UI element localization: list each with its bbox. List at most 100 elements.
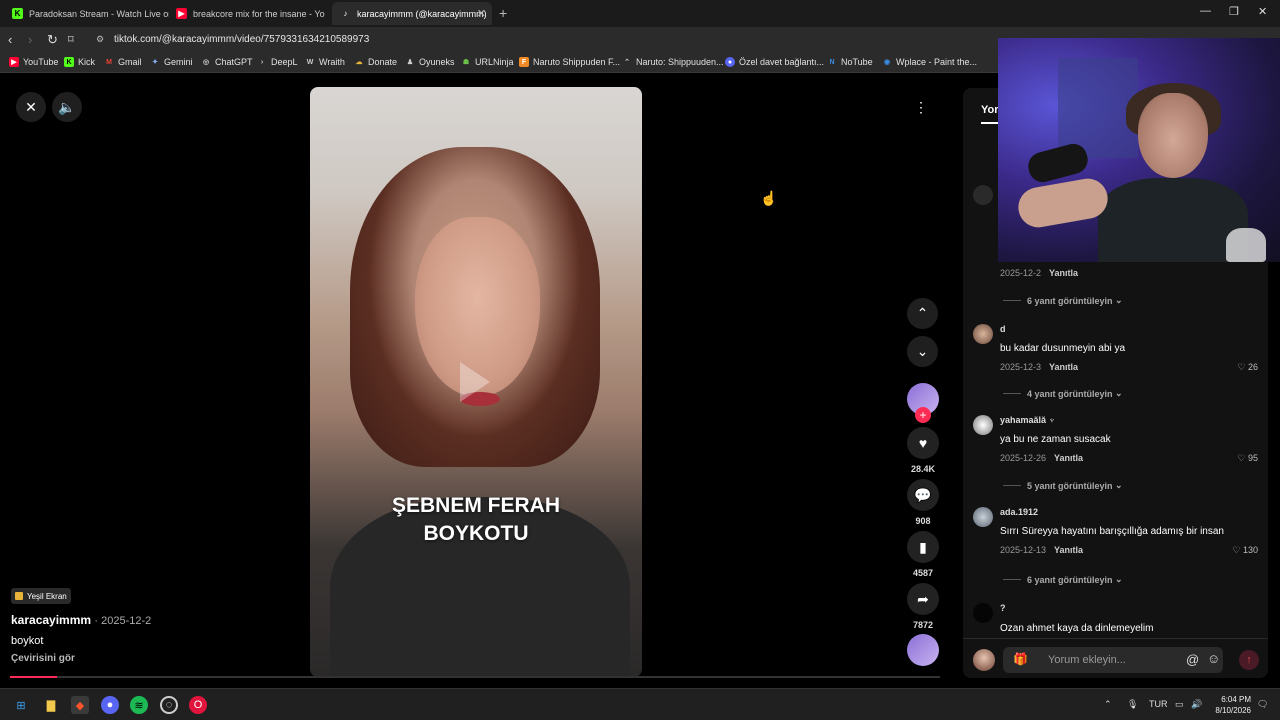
opera-icon[interactable]: O xyxy=(189,696,207,714)
reply-button[interactable]: Yanıtla xyxy=(1054,545,1083,555)
avatar[interactable] xyxy=(973,185,993,205)
comment-like-button[interactable]: ♡ 26 xyxy=(1237,362,1258,373)
save-button[interactable]: ▮ 4587 xyxy=(907,531,939,578)
avatar[interactable] xyxy=(973,603,993,623)
creator-avatar-button[interactable]: + xyxy=(907,383,939,423)
discord-icon[interactable]: ● xyxy=(101,696,119,714)
forward-icon[interactable]: › xyxy=(28,32,32,47)
comment-date: 2025-12-2 xyxy=(1000,268,1042,278)
bookmark-icon[interactable]: ⌑ xyxy=(68,33,74,46)
gift-icon[interactable]: 🎁 xyxy=(1013,652,1028,666)
avatar[interactable] xyxy=(973,507,993,527)
reply-button[interactable]: Yanıtla xyxy=(1049,268,1078,278)
bookmark-naruto-shippuden[interactable]: F Naruto Shippuden F... xyxy=(519,57,620,67)
tab-breakcore-mix[interactable]: ▶ breakcore mix for the insane - Yo xyxy=(168,2,333,25)
spotify-icon[interactable]: ≋ xyxy=(130,696,148,714)
view-replies-button[interactable]: 4 yanıt görüntüleyin ⌄ xyxy=(1003,388,1123,399)
view-replies-label: 6 yanıt görüntüleyin xyxy=(1027,295,1113,306)
bookmark-wraith[interactable]: W Wraith xyxy=(305,57,345,67)
follow-plus-icon[interactable]: + xyxy=(915,407,931,423)
bookmark-wplace[interactable]: ◉ Wplace - Paint the... xyxy=(882,57,977,67)
comment-like-button[interactable]: ♡ 95 xyxy=(1237,453,1258,464)
bookmark-gemini[interactable]: ✦ Gemini xyxy=(150,57,192,67)
bookmark-discord-invite[interactable]: ● Özel davet bağlantı... xyxy=(725,57,824,67)
comment-username[interactable]: d xyxy=(1000,324,1006,334)
comment-like-button[interactable]: ♡ 130 xyxy=(1232,545,1258,556)
reply-button[interactable]: Yanıtla xyxy=(1054,453,1083,463)
more-options-button[interactable]: ⋮ xyxy=(906,92,936,122)
view-replies-button[interactable]: 6 yanıt görüntüleyin ⌄ xyxy=(1003,295,1123,306)
speaker-icon[interactable]: 🔊 xyxy=(1191,699,1202,710)
share-button[interactable]: ➦ 7872 xyxy=(907,583,939,630)
see-translation-link[interactable]: Çevirisini gör xyxy=(11,653,75,664)
bookmark-kick[interactable]: K Kick xyxy=(64,57,95,67)
notification-icon[interactable]: 🗨 xyxy=(1257,699,1268,710)
emoji-icon[interactable]: ☺ xyxy=(1207,651,1220,666)
mute-button[interactable]: 🔈 xyxy=(52,92,82,122)
play-icon[interactable] xyxy=(460,362,490,402)
author-line[interactable]: karacayimmm · 2025-12-2 xyxy=(11,613,151,627)
more-icon: ⋮ xyxy=(914,98,928,115)
comment-date: 2025-12-13 xyxy=(1000,545,1047,555)
bookmark-donate[interactable]: ☁ Donate xyxy=(354,57,398,67)
windows-start-icon[interactable]: ⊞ xyxy=(12,696,30,714)
heart-outline-icon: ♡ xyxy=(1232,545,1241,555)
comments-tab[interactable]: Yor xyxy=(981,104,999,116)
mouse-cursor-icon: ☝ xyxy=(760,190,778,206)
close-window-icon[interactable]: ✕ xyxy=(1258,5,1267,18)
mention-icon[interactable]: @ xyxy=(1186,652,1199,667)
send-comment-button[interactable]: ↑ xyxy=(1239,650,1259,670)
video-progress-bar[interactable] xyxy=(10,676,940,678)
tray-expand-icon[interactable]: ⌃ xyxy=(1104,699,1112,710)
url-field[interactable]: ⚙ tiktok.com/@karacayimmm/video/75793316… xyxy=(88,30,988,49)
view-replies-label: 5 yanıt görüntüleyin xyxy=(1027,480,1113,491)
site-info-icon[interactable]: ⚙ xyxy=(96,34,104,45)
bookmark-youtube[interactable]: ▶ YouTube xyxy=(9,57,58,67)
tab-paradoksan-stream[interactable]: K Paradoksan Stream - Watch Live on K xyxy=(4,2,169,25)
comment-username[interactable]: ? xyxy=(1000,603,1006,613)
obs-icon[interactable]: ◌ xyxy=(160,696,178,714)
avatar[interactable] xyxy=(973,415,993,435)
bookmark-urlninja[interactable]: ☗ URLNinja xyxy=(461,57,514,67)
back-icon[interactable]: ‹ xyxy=(8,32,12,47)
bookmark-oyuneks[interactable]: ♟ Oyuneks xyxy=(405,57,455,67)
comment-button[interactable]: 💬 908 xyxy=(907,479,939,526)
microphone-icon[interactable]: 🎙 xyxy=(1127,699,1138,710)
view-replies-button[interactable]: 5 yanıt görüntüleyin ⌄ xyxy=(1003,480,1123,491)
network-icon[interactable]: ▭ xyxy=(1175,699,1184,710)
comment-username[interactable]: ada.1912 xyxy=(1000,507,1038,517)
next-video-button[interactable]: ⌄ xyxy=(907,336,938,367)
bookmark-deepl[interactable]: › DeepL xyxy=(257,57,298,67)
minimize-icon[interactable]: — xyxy=(1200,5,1211,17)
file-explorer-icon[interactable]: ▇ xyxy=(42,696,60,714)
bookmark-naruto-shippuuden[interactable]: ⌃ Naruto: Shippuuden... xyxy=(622,57,724,67)
green-screen-badge[interactable]: Yeşil Ekran xyxy=(11,588,71,604)
bookmark-gmail[interactable]: M Gmail xyxy=(104,57,141,67)
tab-title: breakcore mix for the insane - Yo xyxy=(193,8,325,19)
brave-browser-icon[interactable]: ◆ xyxy=(71,696,89,714)
comment-meta: 2025-12-26 Yanıtla xyxy=(1000,453,1083,463)
previous-video-button[interactable]: ⌃ xyxy=(907,298,938,329)
system-clock[interactable]: 6:04 PM 8/10/2026 xyxy=(1205,694,1251,716)
bookmark-notube[interactable]: N NoTube xyxy=(827,57,872,67)
heart-outline-icon: ♡ xyxy=(1237,453,1246,463)
language-indicator[interactable]: TUR xyxy=(1149,699,1168,709)
bookmark-label: ChatGPT xyxy=(215,57,253,67)
comment-username[interactable]: yahamaălă ♆ xyxy=(1000,415,1055,425)
close-video-button[interactable]: ✕ xyxy=(16,92,46,122)
view-replies-button[interactable]: 6 yanıt görüntüleyin ⌄ xyxy=(1003,574,1123,585)
reload-icon[interactable]: ↻ xyxy=(47,32,58,48)
tab-karacayimmm[interactable]: ♪ karacayimmm (@karacayimmm) ✕ xyxy=(332,2,492,25)
bookmark-label: Wraith xyxy=(319,57,345,67)
sound-avatar-button[interactable] xyxy=(907,634,939,666)
bookmark-chatgpt[interactable]: ◎ ChatGPT xyxy=(201,57,253,67)
avatar[interactable] xyxy=(973,324,993,344)
new-tab-button[interactable]: + xyxy=(499,5,507,21)
author-name[interactable]: karacayimmm xyxy=(11,613,91,627)
arrow-up-icon: ↑ xyxy=(1246,654,1252,666)
like-button[interactable]: ♥ 28.4K xyxy=(907,427,939,474)
video-player[interactable]: ŞEBNEM FERAH BOYKOTU xyxy=(310,87,642,677)
close-tab-icon[interactable]: ✕ xyxy=(477,7,486,20)
restore-icon[interactable]: ❐ xyxy=(1229,5,1239,18)
reply-button[interactable]: Yanıtla xyxy=(1049,362,1078,372)
